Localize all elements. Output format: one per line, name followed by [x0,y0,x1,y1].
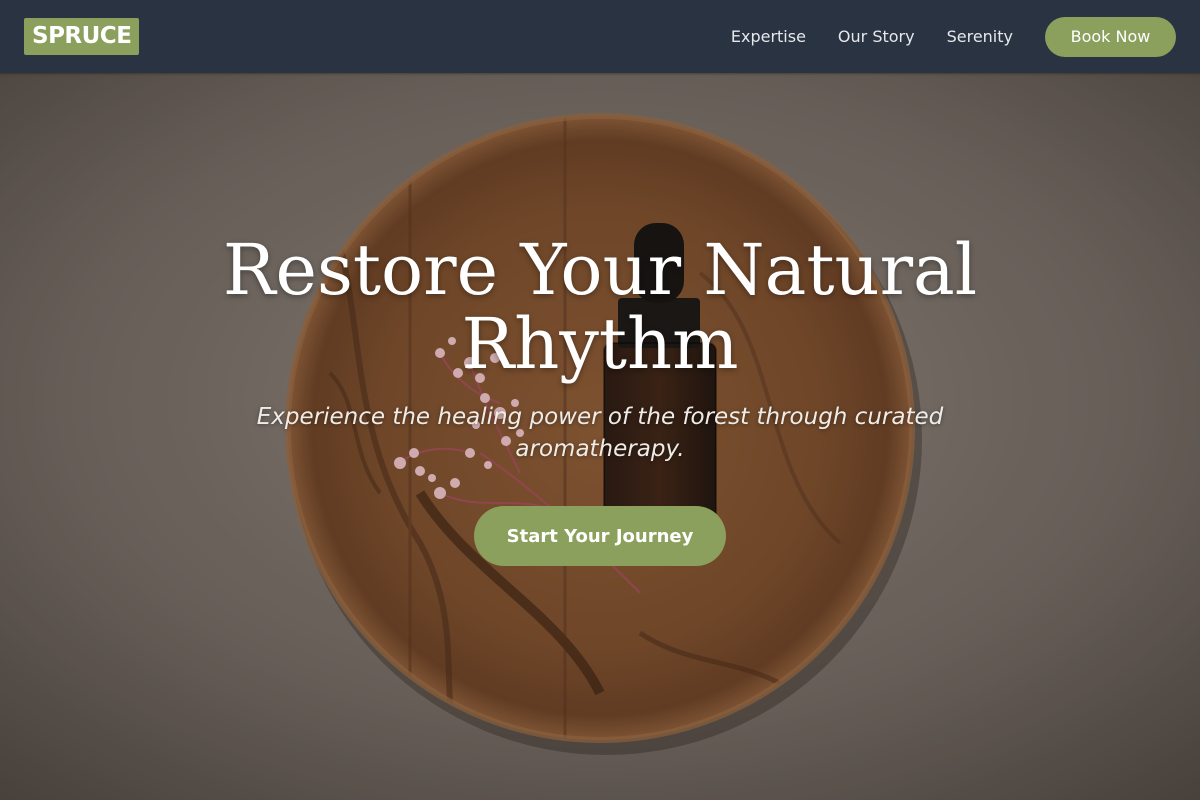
logo[interactable]: SPRUCE [24,18,140,55]
start-journey-button[interactable]: Start Your Journey [474,506,726,566]
site-header: SPRUCE Expertise Our Story Serenity Book… [0,0,1200,73]
hero-subtitle: Experience the healing power of the fore… [256,404,944,462]
book-now-button[interactable]: Book Now [1045,16,1176,57]
hero-section: Restore Your Natural Rhythm Experience t… [0,73,1200,800]
nav-link-expertise[interactable]: Expertise [731,27,806,46]
hero-title: Restore Your Natural Rhythm [222,229,978,385]
main-nav: Expertise Our Story Serenity Book Now [699,16,1176,57]
hero-content: Restore Your Natural Rhythm Experience t… [0,73,1200,800]
nav-link-our-story[interactable]: Our Story [838,27,915,46]
nav-link-serenity[interactable]: Serenity [947,27,1013,46]
